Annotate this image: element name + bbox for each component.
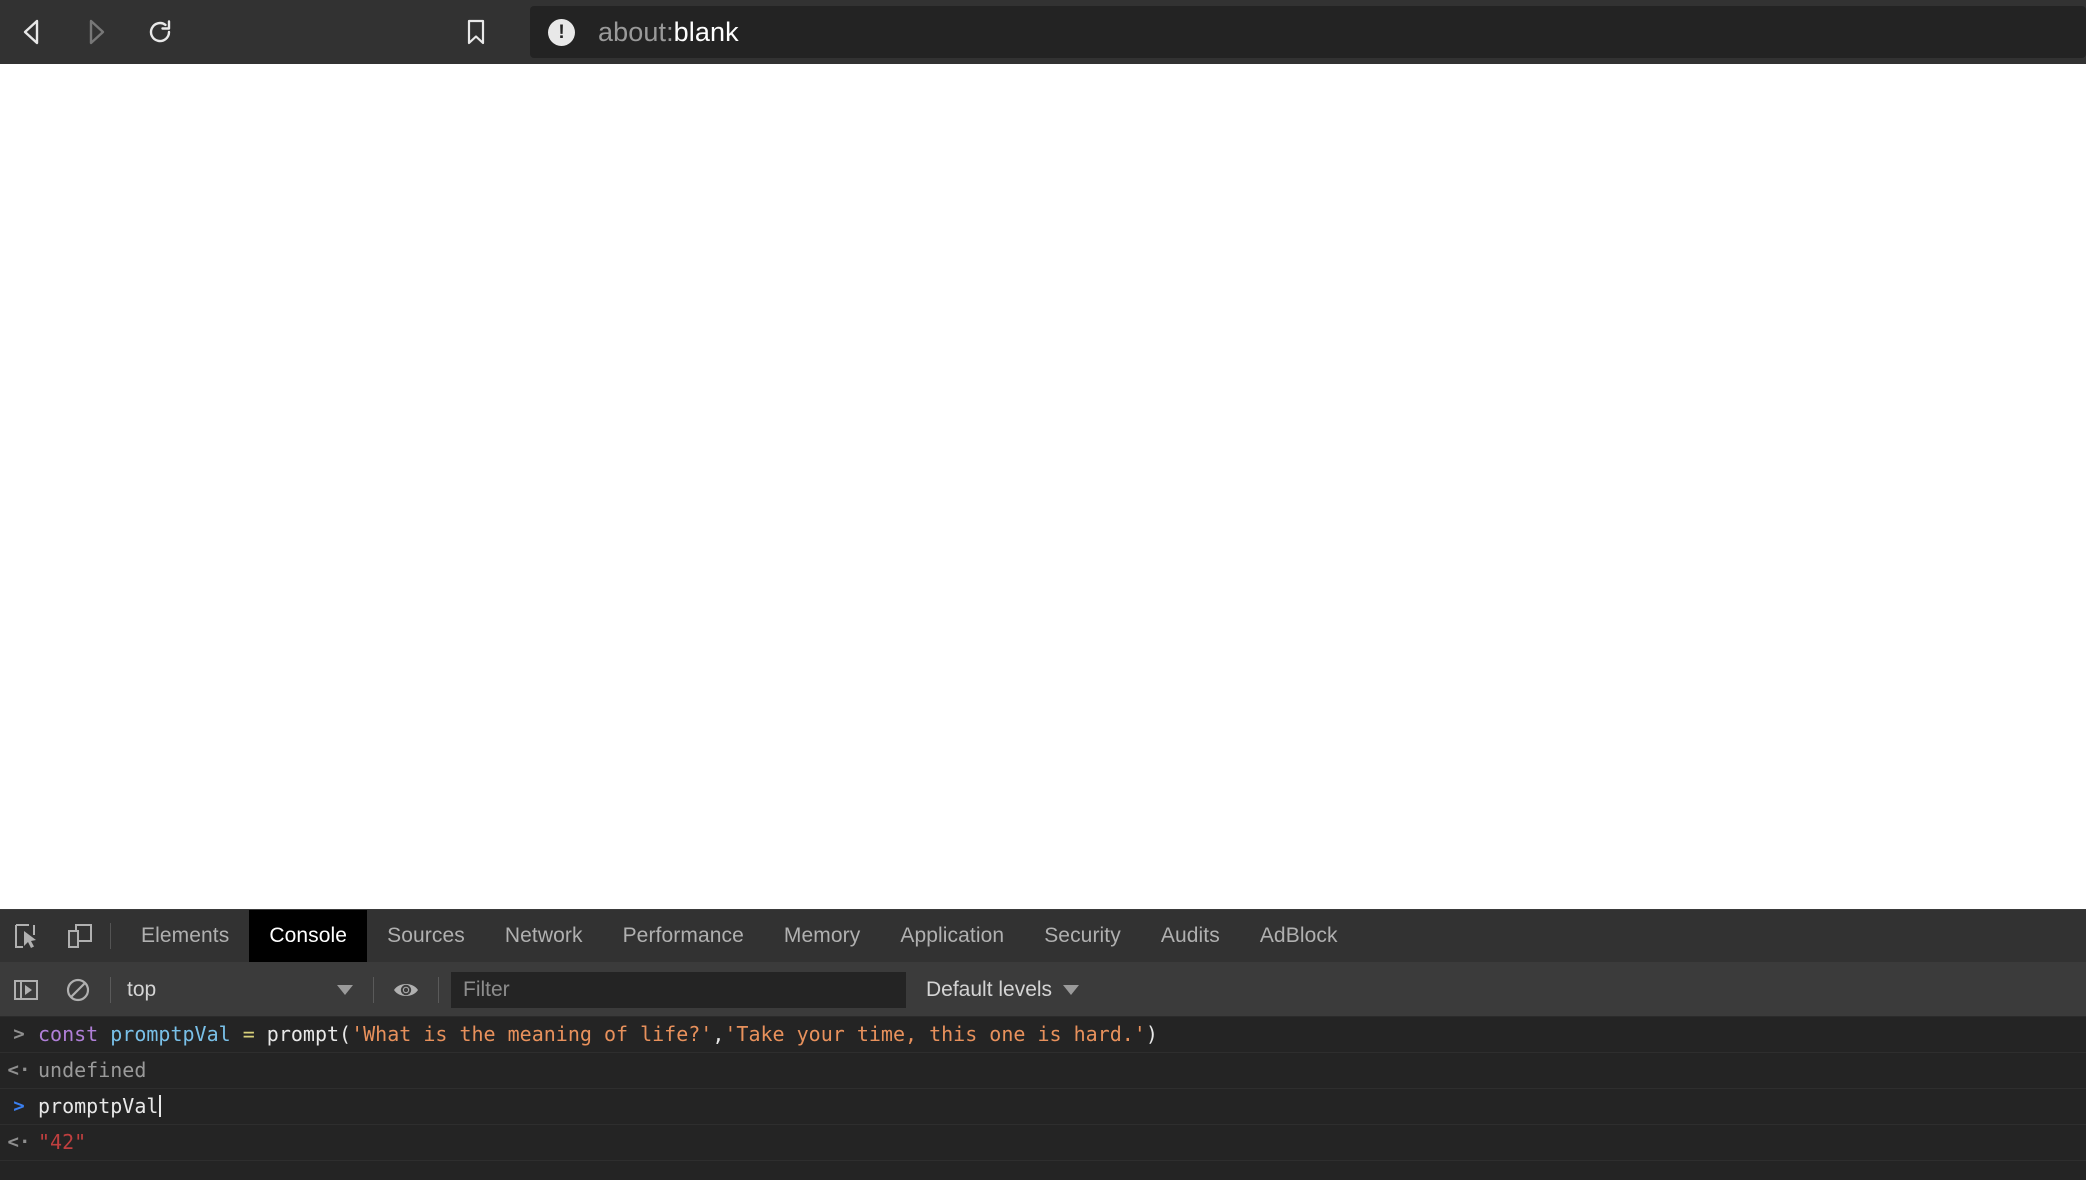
token-paren: ) bbox=[1146, 1022, 1158, 1046]
chevron-down-icon bbox=[1063, 985, 1079, 995]
console-input-row-active[interactable]: > promptpVal bbox=[0, 1089, 2086, 1125]
console-result-row: <· undefined bbox=[0, 1053, 2086, 1089]
token-string-1: 'What is the meaning of life?' bbox=[351, 1022, 712, 1046]
inspect-element-icon[interactable] bbox=[0, 910, 53, 962]
tab-performance[interactable]: Performance bbox=[603, 910, 764, 962]
toolbar-divider bbox=[373, 977, 374, 1003]
toolbar-divider bbox=[110, 977, 111, 1003]
return-arrow-icon: <· bbox=[8, 1130, 31, 1156]
console-prompt-input[interactable]: promptpVal bbox=[38, 1093, 161, 1120]
console-input-row[interactable]: > const promptpVal = prompt('What is the… bbox=[0, 1017, 2086, 1053]
browser-toolbar: ! about:blank bbox=[0, 0, 2086, 64]
token-call: prompt( bbox=[255, 1022, 351, 1046]
console-result-row: <· "42" bbox=[0, 1125, 2086, 1161]
execution-context-value: top bbox=[127, 978, 156, 1002]
filter-input[interactable] bbox=[451, 972, 906, 1008]
chevron-right-icon: > bbox=[13, 1094, 24, 1120]
log-levels-label: Default levels bbox=[926, 978, 1052, 1002]
console-sidebar-icon[interactable] bbox=[0, 963, 52, 1017]
token-identifier: promptpVal bbox=[110, 1022, 230, 1046]
toolbar-divider bbox=[110, 923, 111, 949]
device-toolbar-icon[interactable] bbox=[53, 910, 106, 962]
tab-elements[interactable]: Elements bbox=[121, 910, 249, 962]
text-cursor bbox=[159, 1095, 161, 1117]
tab-console[interactable]: Console bbox=[249, 910, 367, 962]
result-marker: <· bbox=[0, 1057, 38, 1084]
exclamation-glyph: ! bbox=[558, 23, 564, 42]
devtools-panel: Elements Console Sources Network Perform… bbox=[0, 909, 2086, 1180]
url-bar[interactable]: ! about:blank bbox=[530, 6, 2086, 58]
clear-console-icon[interactable] bbox=[52, 963, 104, 1017]
url-scheme: about: bbox=[598, 17, 674, 47]
eye-icon[interactable] bbox=[380, 963, 432, 1017]
exclamation-circle-icon[interactable]: ! bbox=[548, 19, 575, 46]
console-input-text: const promptpVal = prompt('What is the m… bbox=[38, 1021, 1158, 1048]
url-host: blank bbox=[674, 17, 739, 47]
console-prompt-text: promptpVal bbox=[38, 1094, 158, 1118]
page-viewport[interactable] bbox=[0, 64, 2086, 909]
token-string-2: 'Take your time, this one is hard.' bbox=[724, 1022, 1145, 1046]
return-arrow-icon: <· bbox=[8, 1058, 31, 1084]
tab-application[interactable]: Application bbox=[880, 910, 1024, 962]
prompt-marker: > bbox=[0, 1021, 38, 1048]
result-marker: <· bbox=[0, 1129, 38, 1156]
tab-adblock[interactable]: AdBlock bbox=[1240, 910, 1358, 962]
reload-button[interactable] bbox=[128, 0, 192, 64]
execution-context-dropdown[interactable]: top bbox=[117, 963, 367, 1017]
tab-network[interactable]: Network bbox=[485, 910, 603, 962]
chevron-down-icon bbox=[337, 985, 353, 995]
token-comma: , bbox=[712, 1022, 724, 1046]
tab-sources[interactable]: Sources bbox=[367, 910, 485, 962]
back-button[interactable] bbox=[0, 0, 64, 64]
console-result-text: "42" bbox=[38, 1129, 86, 1156]
log-levels-dropdown[interactable]: Default levels bbox=[926, 978, 1079, 1002]
chevron-right-icon: > bbox=[13, 1022, 24, 1048]
console-log-list[interactable]: > const promptpVal = prompt('What is the… bbox=[0, 1017, 2086, 1180]
forward-button[interactable] bbox=[64, 0, 128, 64]
console-toolbar: top Default levels bbox=[0, 963, 2086, 1017]
devtools-tabbar: Elements Console Sources Network Perform… bbox=[0, 910, 2086, 963]
tab-security[interactable]: Security bbox=[1024, 910, 1141, 962]
token-operator: = bbox=[243, 1022, 255, 1046]
token-keyword: const bbox=[38, 1022, 110, 1046]
prompt-marker-active: > bbox=[0, 1093, 38, 1120]
toolbar-divider bbox=[438, 977, 439, 1003]
token-space bbox=[231, 1022, 243, 1046]
bookmark-button[interactable] bbox=[444, 0, 508, 64]
console-result-text: undefined bbox=[38, 1057, 146, 1084]
tab-audits[interactable]: Audits bbox=[1141, 910, 1240, 962]
tab-memory[interactable]: Memory bbox=[764, 910, 880, 962]
url-text: about:blank bbox=[598, 17, 739, 48]
devtools-tab-list: Elements Console Sources Network Perform… bbox=[121, 910, 1358, 962]
